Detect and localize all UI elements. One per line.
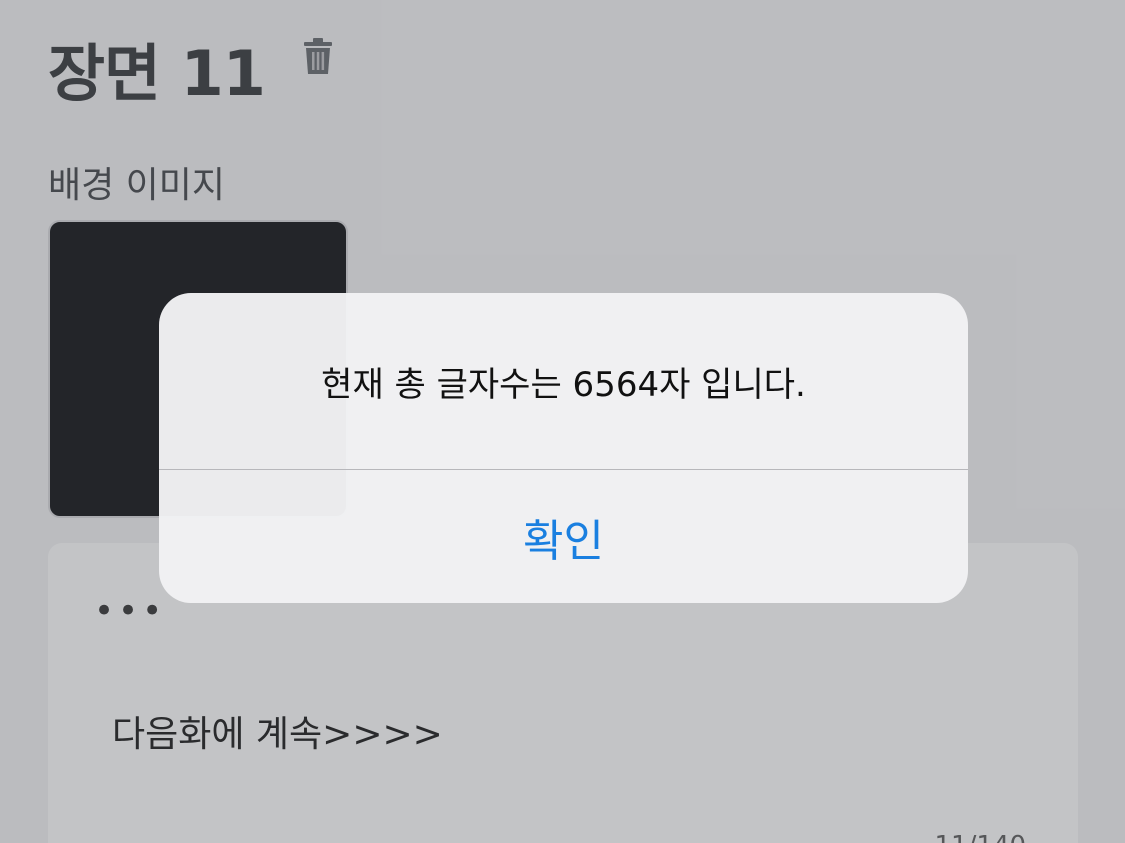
alert-message: 현재 총 글자수는 6564자 입니다. [321, 365, 806, 405]
confirm-button[interactable]: 확인 [159, 470, 968, 603]
screen: 장면 11 배경 이미지 ••• 다음화에 계속>>>> 11/140 현재 총… [0, 0, 1125, 843]
alert-dialog: 현재 총 글자수는 6564자 입니다. 확인 [159, 293, 968, 603]
